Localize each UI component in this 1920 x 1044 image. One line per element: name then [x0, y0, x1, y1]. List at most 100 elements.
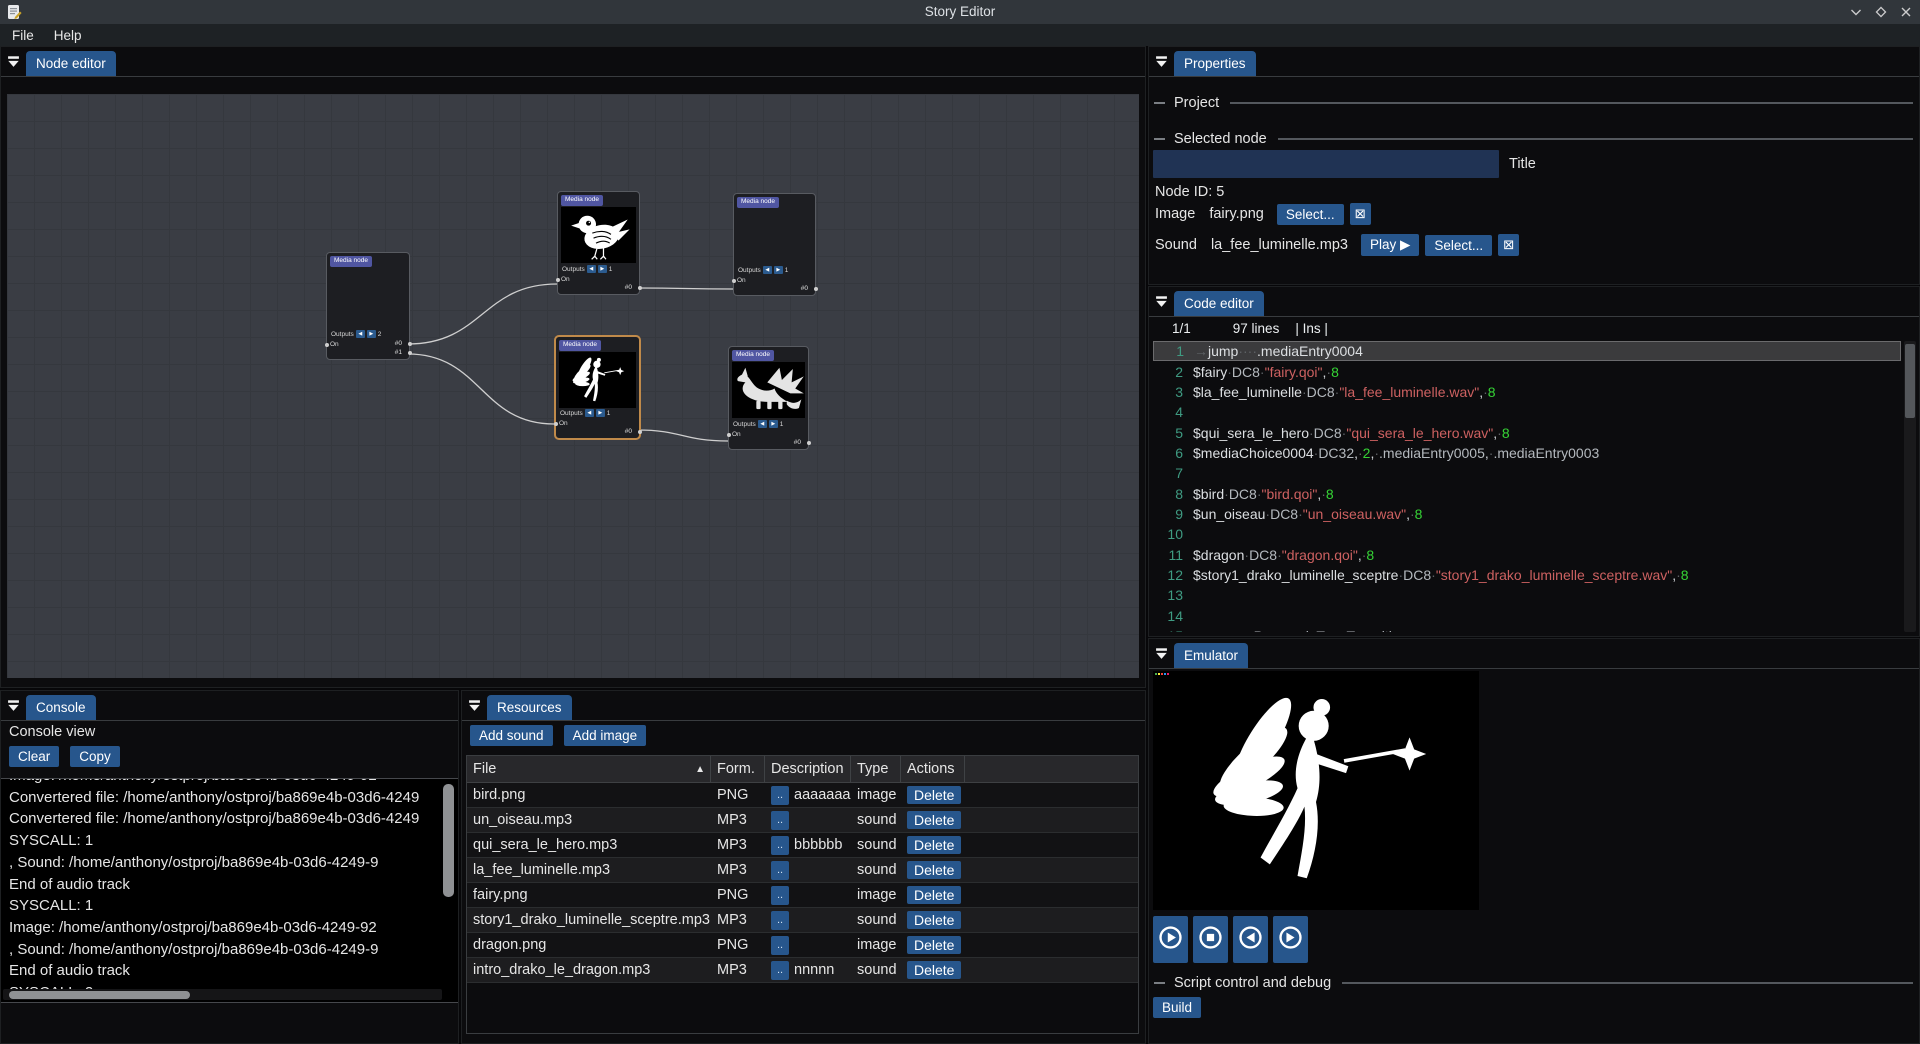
tab-code-editor[interactable]: Code editor [1174, 291, 1264, 316]
delete-button[interactable]: Delete [907, 961, 961, 979]
delete-button[interactable]: Delete [907, 836, 961, 854]
node-output-port[interactable]: #0 [801, 284, 812, 293]
add-image-button[interactable]: Add image [564, 725, 647, 746]
edit-description-button[interactable]: .. [771, 836, 789, 855]
delete-button[interactable]: Delete [907, 911, 961, 929]
build-button[interactable]: Build [1153, 997, 1201, 1018]
code-line-current[interactable]: 1→jump····.mediaEntry0004 [1153, 341, 1901, 361]
media-node[interactable]: Media node Outputs ◀ ▶ 1On#0 [733, 193, 816, 296]
resource-table-row[interactable]: la_fee_luminelle.mp3MP3..soundDelete [467, 858, 1138, 883]
column-header-description[interactable]: Description [765, 756, 851, 782]
code-line[interactable]: 9$un_oiseau·DC8·"un_oiseau.wav",·8 [1153, 504, 1901, 524]
image-clear-button[interactable]: ⊠ [1350, 203, 1371, 225]
edit-description-button[interactable]: .. [771, 886, 789, 905]
collapse-panel-icon[interactable] [1155, 295, 1168, 308]
image-select-button[interactable]: Select... [1277, 204, 1344, 225]
edit-description-button[interactable]: .. [771, 911, 789, 930]
decrease-outputs-button[interactable]: ◀ [758, 420, 767, 428]
code-line[interactable]: 14 [1153, 605, 1901, 625]
node-input-port[interactable]: On [732, 431, 741, 438]
collapse-panel-icon[interactable] [468, 699, 481, 712]
column-header-actions[interactable]: Actions [901, 756, 965, 782]
tab-resources[interactable]: Resources [487, 695, 572, 720]
minimize-button[interactable] [1848, 4, 1864, 20]
decrease-outputs-button[interactable]: ◀ [585, 409, 594, 417]
collapse-panel-icon[interactable] [1155, 647, 1168, 660]
node-output-port[interactable]: #0 [395, 339, 406, 348]
delete-button[interactable]: Delete [907, 886, 961, 904]
node-input-port[interactable]: On [330, 341, 339, 348]
decrease-outputs-button[interactable]: ◀ [356, 330, 365, 338]
node-input-port[interactable]: On [559, 420, 568, 427]
code-text-area[interactable]: 1→jump····.mediaEntry00042$fairy·DC8·"fa… [1153, 341, 1901, 632]
media-node-selected[interactable]: Media node Outputs ◀ ▶ 1On#0 [554, 335, 641, 440]
collapse-panel-icon[interactable] [1155, 55, 1168, 68]
play-button[interactable] [1153, 916, 1188, 963]
code-vertical-scrollbar[interactable] [1904, 341, 1916, 632]
code-line[interactable]: 6$mediaChoice0004·DC32,·2,·.mediaEntry00… [1153, 443, 1901, 463]
add-sound-button[interactable]: Add sound [470, 725, 553, 746]
increase-outputs-button[interactable]: ▶ [367, 330, 376, 338]
node-output-port[interactable]: #0 [794, 438, 805, 447]
tab-node-editor[interactable]: Node editor [26, 51, 116, 76]
console-output[interactable]: Image: /home/anthony/ostproj/ba869e4b-03… [1, 778, 458, 1003]
resource-table-row[interactable]: fairy.pngPNG..imageDelete [467, 883, 1138, 908]
delete-button[interactable]: Delete [907, 811, 961, 829]
node-title-input[interactable] [1153, 150, 1499, 178]
edit-description-button[interactable]: .. [771, 786, 789, 805]
delete-button[interactable]: Delete [907, 861, 961, 879]
code-line[interactable]: 8$bird·DC8·"bird.qoi",·8 [1153, 483, 1901, 503]
node-input-port[interactable]: On [561, 276, 570, 283]
resource-table-row[interactable]: story1_drako_luminelle_sceptre.mp3MP3..s… [467, 908, 1138, 933]
collapse-panel-icon[interactable] [7, 55, 20, 68]
scrollbar-thumb[interactable] [9, 991, 190, 999]
decrease-outputs-button[interactable]: ◀ [763, 266, 772, 274]
sound-select-button[interactable]: Select... [1425, 235, 1492, 256]
close-button[interactable] [1898, 4, 1914, 20]
increase-outputs-button[interactable]: ▶ [769, 420, 778, 428]
code-line[interactable]: 5$qui_sera_le_hero·DC8·"qui_sera_le_hero… [1153, 422, 1901, 442]
code-line[interactable]: 7 [1153, 463, 1901, 483]
edit-description-button[interactable]: .. [771, 961, 789, 980]
code-line[interactable]: 10 [1153, 524, 1901, 544]
edit-description-button[interactable]: .. [771, 861, 789, 880]
resource-table-row[interactable]: bird.pngPNG..aaaaaaaaaimageDelete [467, 783, 1138, 808]
resource-table-row[interactable]: intro_drako_le_dragon.mp3MP3..nnnnnsound… [467, 958, 1138, 983]
delete-button[interactable]: Delete [907, 786, 961, 804]
node-output-port[interactable]: #0 [625, 427, 636, 436]
maximize-button[interactable] [1873, 4, 1889, 20]
menu-help[interactable]: Help [54, 28, 82, 43]
tab-properties[interactable]: Properties [1174, 51, 1256, 76]
delete-button[interactable]: Delete [907, 936, 961, 954]
column-header-form[interactable]: Form. [711, 756, 765, 782]
decrease-outputs-button[interactable]: ◀ [587, 265, 596, 273]
step-back-button[interactable] [1233, 916, 1268, 963]
node-input-port[interactable]: On [737, 277, 746, 284]
scrollbar-thumb[interactable] [1905, 344, 1915, 418]
edit-description-button[interactable]: .. [771, 936, 789, 955]
console-vertical-scrollbar[interactable] [443, 784, 454, 897]
sound-play-button[interactable]: Play ▶ [1361, 234, 1419, 256]
clear-button[interactable]: Clear [9, 746, 59, 767]
media-node[interactable]: Media node Outputs ◀ ▶ 2On#0#1 [326, 252, 410, 360]
code-line[interactable]: 12$story1_drako_luminelle_sceptre·DC8·"s… [1153, 565, 1901, 585]
step-forward-button[interactable] [1273, 916, 1308, 963]
resource-table-row[interactable]: dragon.pngPNG..imageDelete [467, 933, 1138, 958]
collapse-panel-icon[interactable] [7, 699, 20, 712]
increase-outputs-button[interactable]: ▶ [596, 409, 605, 417]
tab-emulator[interactable]: Emulator [1174, 643, 1248, 668]
sound-clear-button[interactable]: ⊠ [1498, 234, 1519, 256]
tab-console[interactable]: Console [26, 695, 96, 720]
code-line[interactable]: 3$la_fee_luminelle·DC8·"la_fee_luminelle… [1153, 382, 1901, 402]
code-line[interactable]: 4 [1153, 402, 1901, 422]
media-node[interactable]: Media node Outputs ◀ ▶ 1On#0 [728, 346, 809, 450]
resource-table-row[interactable]: un_oiseau.mp3MP3..soundDelete [467, 808, 1138, 833]
node-output-port[interactable]: #1 [395, 348, 406, 357]
code-line[interactable]: 2$fairy·DC8·"fairy.qoi",·8 [1153, 361, 1901, 381]
node-graph-canvas[interactable]: Media node Outputs ◀ ▶ 2On#0#1Media node… [7, 94, 1139, 678]
copy-button[interactable]: Copy [70, 746, 120, 767]
console-horizontal-scrollbar[interactable] [3, 989, 442, 1000]
menu-file[interactable]: File [12, 28, 34, 43]
resource-table-row[interactable]: qui_sera_le_hero.mp3MP3..bbbbbbsoundDele… [467, 833, 1138, 858]
stop-button[interactable] [1193, 916, 1228, 963]
